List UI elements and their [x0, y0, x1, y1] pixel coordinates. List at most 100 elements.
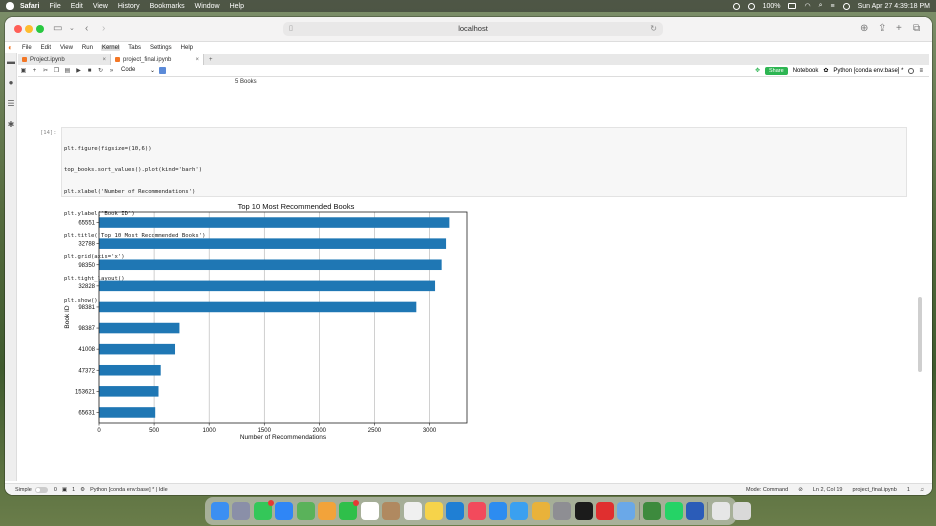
vertical-scrollbar[interactable] — [918, 297, 922, 372]
menu-file[interactable]: File — [49, 3, 60, 10]
jmenu-view[interactable]: View — [59, 45, 74, 51]
close-tab-icon[interactable]: × — [195, 57, 199, 63]
messages-icon[interactable] — [253, 500, 274, 520]
reload-icon[interactable]: ↻ — [650, 22, 657, 36]
android-studio-icon[interactable] — [643, 502, 662, 520]
menu-help[interactable]: Help — [230, 3, 244, 10]
copy-icon[interactable]: ❐ — [51, 67, 62, 74]
search-icon[interactable]: ⌕ — [819, 2, 823, 10]
siri-icon[interactable] — [842, 2, 850, 10]
calendar-icon[interactable] — [360, 502, 379, 520]
menu-app-name[interactable]: Safari — [20, 3, 39, 10]
extensions-icon[interactable]: ✱ — [7, 121, 15, 129]
jmenu-run[interactable]: Run — [81, 45, 94, 51]
word-icon[interactable] — [685, 502, 704, 520]
collaboration-icon[interactable]: ✥ — [755, 67, 760, 74]
jmenu-file[interactable]: File — [21, 45, 33, 51]
battery-icon[interactable] — [788, 3, 797, 9]
forward-icon[interactable]: › — [102, 23, 105, 35]
fast-forward-icon[interactable]: » — [106, 68, 117, 74]
tab-overview-icon[interactable]: ⧉ — [913, 23, 920, 35]
gear-icon[interactable]: ⚙ — [80, 487, 85, 493]
launchpad-icon[interactable] — [232, 502, 251, 520]
jmenu-tabs[interactable]: Tabs — [127, 45, 142, 51]
jmenu-edit[interactable]: Edit — [40, 45, 52, 51]
page-settings-icon[interactable]: ▯ — [289, 22, 293, 36]
wifi-icon[interactable]: ◠ — [804, 2, 810, 10]
vscode-icon[interactable] — [446, 502, 465, 520]
clock[interactable]: Sun Apr 27 4:39:18 PM — [858, 3, 930, 10]
reminders-icon[interactable] — [403, 502, 422, 520]
settings-icon[interactable]: ≡ — [919, 68, 923, 74]
jmenu-help[interactable]: Help — [180, 45, 194, 51]
trash-icon[interactable] — [733, 502, 752, 520]
contacts-icon[interactable] — [382, 502, 401, 520]
app-store-icon[interactable] — [489, 502, 508, 520]
chrome-icon[interactable] — [531, 502, 550, 520]
notebook-content[interactable]: 5 Books [14]: plt.figure(figsize=(10,6))… — [18, 78, 916, 480]
save-icon[interactable]: ▣ — [18, 67, 29, 74]
maps-icon[interactable] — [296, 502, 315, 520]
validate-icon[interactable] — [159, 67, 166, 74]
status-icon[interactable] — [732, 2, 740, 10]
menu-view[interactable]: View — [93, 3, 108, 10]
finder-icon[interactable] — [211, 502, 229, 520]
tab-project[interactable]: Project.ipynb × — [18, 54, 111, 65]
zoom-window-button[interactable] — [36, 25, 44, 33]
menu-bookmarks[interactable]: Bookmarks — [150, 3, 185, 10]
youtube-icon[interactable] — [596, 502, 615, 520]
mail-icon[interactable] — [275, 502, 294, 520]
sidebar-toggle-icon[interactable]: ▭ — [53, 23, 62, 35]
restart-icon[interactable]: ↻ — [95, 67, 106, 74]
add-cell-icon[interactable]: + — [29, 68, 40, 74]
code-cell[interactable]: plt.figure(figsize=(10,6)) top_books.sor… — [61, 127, 907, 304]
menu-edit[interactable]: Edit — [71, 3, 83, 10]
photos-icon[interactable] — [317, 502, 336, 520]
share-icon[interactable]: ⇪ — [878, 23, 886, 35]
jmenu-settings[interactable]: Settings — [149, 45, 173, 51]
simple-mode-toggle[interactable] — [34, 486, 48, 493]
stop-icon[interactable]: ■ — [84, 68, 95, 74]
chevron-down-icon[interactable]: ⌄ — [69, 23, 75, 35]
settings-icon[interactable] — [553, 502, 572, 520]
pycharm-icon[interactable] — [574, 502, 593, 520]
play-icon[interactable] — [747, 2, 755, 10]
toc-icon[interactable]: ☰ — [7, 100, 15, 108]
terminal-count[interactable]: 0 — [54, 487, 57, 493]
paste-icon[interactable]: ▤ — [62, 67, 73, 74]
address-bar[interactable]: ▯ localhost ↻ — [283, 22, 663, 36]
cell-type-select[interactable]: Code ⌄ — [121, 67, 155, 74]
cut-icon[interactable]: ✂ — [40, 67, 51, 74]
kernel-name[interactable]: Python [conda env:base] * — [833, 68, 903, 74]
kernel-count[interactable]: 1 — [72, 487, 75, 493]
notebook-mode-label[interactable]: Notebook — [793, 68, 819, 74]
preview-icon[interactable] — [617, 502, 636, 520]
music-icon[interactable] — [467, 502, 486, 520]
control-center-icon[interactable]: ≡ — [831, 3, 835, 10]
tab-project-final[interactable]: project_final.ipynb × — [111, 54, 204, 65]
menu-history[interactable]: History — [118, 3, 140, 10]
running-icon[interactable]: ● — [7, 79, 15, 87]
close-tab-icon[interactable]: × — [102, 57, 106, 63]
add-tab-button[interactable]: + — [204, 54, 218, 65]
back-icon[interactable]: ‹ — [85, 23, 88, 35]
notes-icon[interactable] — [424, 502, 443, 520]
downloads-icon[interactable] — [711, 502, 730, 520]
safari-icon[interactable] — [510, 502, 529, 520]
kernel-status-text[interactable]: Python [conda env:base] * | Idle — [90, 487, 168, 493]
close-window-button[interactable] — [14, 25, 22, 33]
menu-window[interactable]: Window — [195, 3, 220, 10]
run-icon[interactable]: ▶ — [73, 67, 84, 74]
whatsapp-icon[interactable] — [664, 502, 683, 520]
bell-icon[interactable]: ♫ — [920, 487, 924, 493]
cursor-position[interactable]: Ln 2, Col 19 — [813, 487, 843, 493]
bug-icon[interactable]: ✿ — [823, 67, 828, 74]
new-tab-icon[interactable]: + — [896, 23, 902, 35]
apple-icon[interactable] — [6, 2, 14, 10]
minimize-window-button[interactable] — [25, 25, 33, 33]
share-button[interactable]: Share — [765, 66, 788, 75]
facetime-icon[interactable] — [339, 500, 360, 520]
download-icon[interactable]: ⊕ — [860, 23, 868, 35]
folder-icon[interactable]: ▬ — [7, 58, 15, 66]
jmenu-kernel[interactable]: Kernel — [100, 44, 121, 51]
